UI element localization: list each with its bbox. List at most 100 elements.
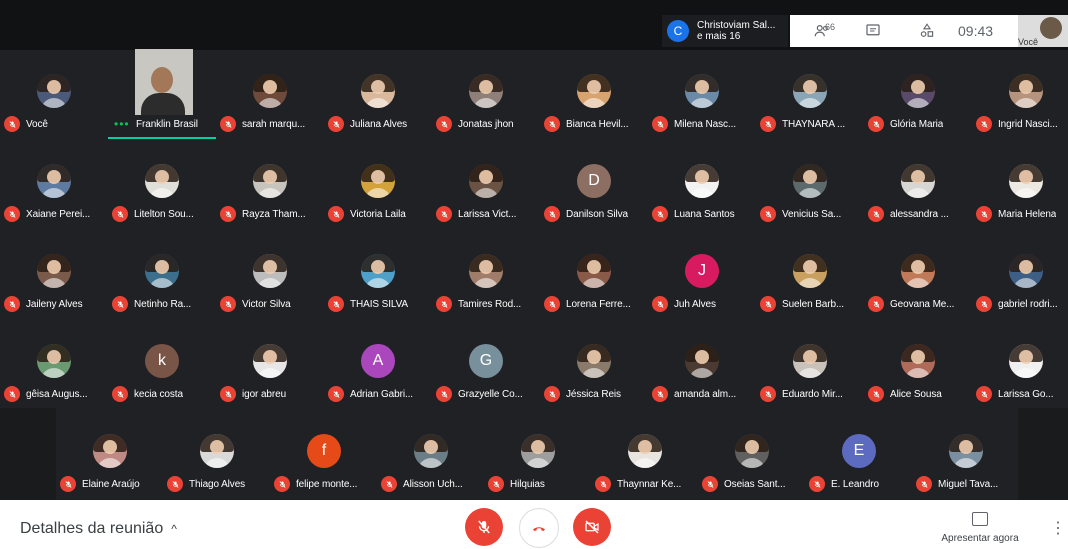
avatar-face xyxy=(911,170,925,184)
participant-name: Bianca Hevil... xyxy=(566,118,629,130)
avatar-shoulders xyxy=(632,458,658,468)
participant-tile[interactable]: Alice Sousa xyxy=(864,320,972,410)
participant-name: Victor Silva xyxy=(242,298,291,310)
participant-tile[interactable]: Geovana Me... xyxy=(864,230,972,320)
participant-tile[interactable]: Miguel Tava... xyxy=(912,410,1020,500)
participant-tile[interactable]: Larissa Go... xyxy=(972,320,1068,410)
participant-tile[interactable]: Jéssica Reis xyxy=(540,320,648,410)
muted-mic-icon xyxy=(868,206,884,222)
muted-mic-icon xyxy=(328,296,344,312)
participant-tile[interactable]: gêisa Augus... xyxy=(0,320,108,410)
participant-tile[interactable]: Xaiane Perei... xyxy=(0,140,108,230)
chat-button[interactable] xyxy=(858,15,888,47)
mic-toggle-button[interactable] xyxy=(465,508,503,546)
participant-tile[interactable]: k kecia costa xyxy=(108,320,216,410)
participant-tile[interactable]: Bianca Hevil... xyxy=(540,50,648,140)
participant-name: Oseias Sant... xyxy=(724,478,786,490)
participant-name-row: gabriel rodri... xyxy=(976,296,1068,312)
participant-tile[interactable]: Netinho Ra... xyxy=(108,230,216,320)
participant-tile[interactable]: E E. Leandro xyxy=(805,410,913,500)
video-person-head xyxy=(151,67,173,93)
participant-tile[interactable]: G Grazyelle Co... xyxy=(432,320,540,410)
participant-tile[interactable]: Elaine Araújo xyxy=(56,410,164,500)
avatar-face xyxy=(695,80,709,94)
initial-avatar: k xyxy=(145,344,179,378)
participant-tile[interactable]: Victor Silva xyxy=(216,230,324,320)
participant-tile[interactable]: A Adrian Gabri... xyxy=(324,320,432,410)
participant-name-row: igor abreu xyxy=(220,386,324,402)
participant-tile[interactable]: alessandra ... xyxy=(864,140,972,230)
participant-tile[interactable]: Você xyxy=(0,50,108,140)
avatar xyxy=(253,74,287,108)
participant-tile[interactable]: Alisson Uch... xyxy=(377,410,485,500)
avatar-face xyxy=(803,80,817,94)
participant-tile[interactable]: Thiago Alves xyxy=(163,410,271,500)
presenter-chip[interactable]: C Christoviam Sal... e mais 16 xyxy=(662,15,788,47)
participant-tile[interactable]: Hilquias xyxy=(484,410,592,500)
participant-tile[interactable]: Victoria Laila xyxy=(324,140,432,230)
people-button[interactable]: 66 xyxy=(804,15,844,47)
muted-mic-icon xyxy=(976,206,992,222)
people-count: 66 xyxy=(824,22,835,32)
avatar xyxy=(949,434,983,468)
participant-tile[interactable]: Tamires Rod... xyxy=(432,230,540,320)
avatar xyxy=(361,254,395,288)
participant-tile[interactable]: THAYNARA ... xyxy=(756,50,864,140)
participant-name: Litelton Sou... xyxy=(134,208,194,220)
muted-mic-icon xyxy=(760,116,776,132)
participant-tile[interactable]: f felipe monte... xyxy=(270,410,378,500)
participant-tile[interactable]: Oseias Sant... xyxy=(698,410,806,500)
muted-mic-icon xyxy=(976,296,992,312)
participant-name-row: Jaileny Alves xyxy=(4,296,108,312)
participant-tile[interactable]: Maria Helena xyxy=(972,140,1068,230)
hang-up-icon xyxy=(533,527,545,531)
participant-tile[interactable]: Venicius Sa... xyxy=(756,140,864,230)
present-now-button[interactable]: Apresentar agora xyxy=(934,512,1026,544)
avatar-shoulders xyxy=(689,188,715,198)
self-preview-tile[interactable]: Você xyxy=(1018,15,1068,47)
participant-tile[interactable]: J Juh Alves xyxy=(648,230,756,320)
row5-left-edge xyxy=(0,408,56,500)
participant-name-row: Lorena Ferre... xyxy=(544,296,648,312)
participant-tile[interactable]: Jonatas jhon xyxy=(432,50,540,140)
camera-toggle-button[interactable] xyxy=(573,508,611,546)
participant-name-row: Ingrid Nasci... xyxy=(976,116,1068,132)
muted-mic-icon xyxy=(436,206,452,222)
activities-icon xyxy=(920,23,934,37)
participant-tile[interactable]: Rayza Tham... xyxy=(216,140,324,230)
participant-name: Jonatas jhon xyxy=(458,118,514,130)
avatar xyxy=(37,164,71,198)
participant-tile[interactable]: Juliana Alves xyxy=(324,50,432,140)
participant-tile[interactable]: Eduardo Mir... xyxy=(756,320,864,410)
leave-call-button[interactable] xyxy=(519,508,559,548)
participant-tile[interactable]: Milena Nasc... xyxy=(648,50,756,140)
more-options-icon[interactable]: ⋮ xyxy=(1050,518,1066,538)
avatar-face xyxy=(371,170,385,184)
avatar xyxy=(469,254,503,288)
bottom-bar: Detalhes da reunião ^ Apresentar agora ⋮ xyxy=(0,500,1068,549)
avatar-shoulders xyxy=(905,278,931,288)
participant-name: Thaynnar Ke... xyxy=(617,478,682,490)
participant-tile[interactable]: igor abreu xyxy=(216,320,324,410)
participant-tile[interactable]: D Danilson Silva xyxy=(540,140,648,230)
participant-tile[interactable]: Luana Santos xyxy=(648,140,756,230)
participant-tile[interactable]: Glória Maria xyxy=(864,50,972,140)
avatar-face xyxy=(371,260,385,274)
participant-tile[interactable]: THAIS SILVA xyxy=(324,230,432,320)
participant-tile[interactable]: gabriel rodri... xyxy=(972,230,1068,320)
participant-tile[interactable]: Larissa Vict... xyxy=(432,140,540,230)
participant-tile[interactable]: Lorena Ferre... xyxy=(540,230,648,320)
participant-tile[interactable]: Thaynnar Ke... xyxy=(591,410,699,500)
activities-button[interactable] xyxy=(912,15,942,47)
participant-tile[interactable]: Ingrid Nasci... xyxy=(972,50,1068,140)
participant-tile[interactable]: Litelton Sou... xyxy=(108,140,216,230)
meeting-details-button[interactable]: Detalhes da reunião ^ xyxy=(20,520,177,538)
participant-tile[interactable]: amanda alm... xyxy=(648,320,756,410)
participant-name-row: Oseias Sant... xyxy=(702,476,806,492)
participant-tile[interactable]: sarah marqu... xyxy=(216,50,324,140)
participant-tile[interactable]: Jaileny Alves xyxy=(0,230,108,320)
participant-name: Jaileny Alves xyxy=(26,298,83,310)
avatar-face xyxy=(47,80,61,94)
participant-tile[interactable]: Suelen Barb... xyxy=(756,230,864,320)
participant-name-row: Você xyxy=(4,116,108,132)
